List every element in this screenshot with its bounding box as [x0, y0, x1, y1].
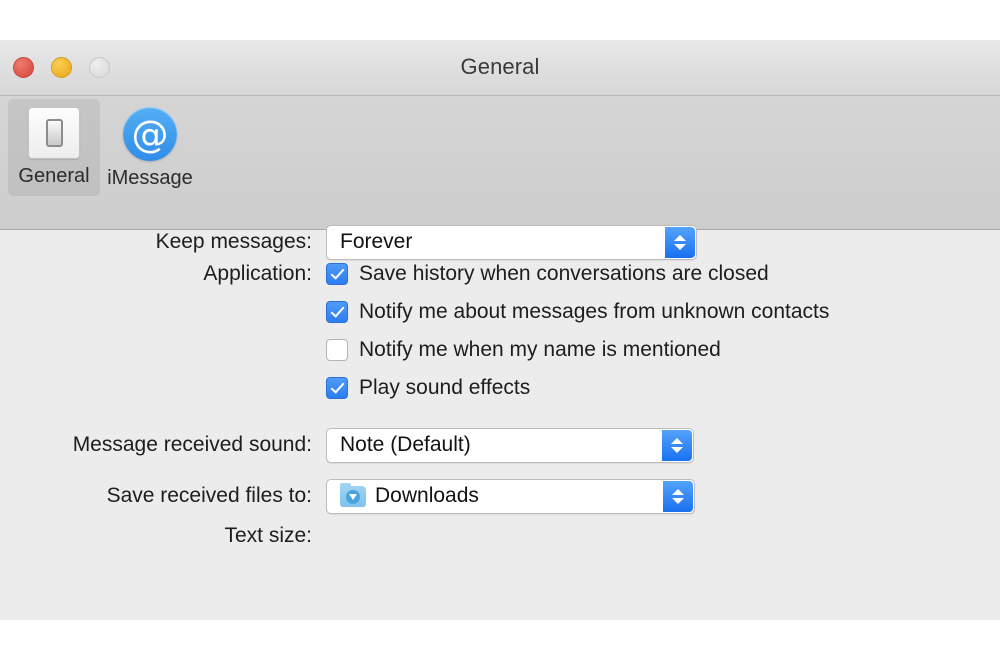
- checkbox-sound-effects-box[interactable]: [326, 377, 348, 399]
- preferences-toolbar: General @ iMessage: [0, 96, 1000, 230]
- at-sign-icon: @: [123, 107, 177, 161]
- save-files-value: Downloads: [375, 484, 479, 507]
- checkbox-name-mentioned[interactable]: Notify me when my name is mentioned: [326, 338, 721, 362]
- keep-messages-value: Forever: [340, 230, 413, 253]
- message-sound-value: Note (Default): [340, 433, 471, 456]
- message-sound-popup[interactable]: Note (Default): [326, 427, 694, 463]
- checkbox-sound-effects-row: Play sound effects: [0, 369, 1000, 407]
- checkbox-sound-effects[interactable]: Play sound effects: [326, 376, 530, 400]
- save-files-stepper-icon[interactable]: [663, 480, 693, 512]
- message-sound-label: Message received sound:: [72, 433, 312, 456]
- preferences-window: General General @ iMessage Keep messages…: [0, 40, 1000, 620]
- checkbox-save-history-label: Save history when conversations are clos…: [359, 262, 769, 285]
- message-sound-stepper-icon[interactable]: [662, 429, 692, 461]
- save-files-popup[interactable]: Downloads: [326, 478, 695, 514]
- checkbox-name-mentioned-label: Notify me when my name is mentioned: [359, 338, 721, 361]
- toolbar-item-imessage[interactable]: @ iMessage: [104, 99, 196, 196]
- titlebar: General: [0, 40, 1000, 96]
- checkbox-save-history[interactable]: Save history when conversations are clos…: [326, 262, 769, 286]
- downloads-folder-icon: [340, 482, 366, 507]
- checkbox-unknown-contacts-box[interactable]: [326, 301, 348, 323]
- text-size-row: Text size:: [0, 516, 1000, 556]
- checkbox-name-mentioned-row: Notify me when my name is mentioned: [0, 331, 1000, 369]
- checkbox-unknown-contacts-row: Notify me about messages from unknown co…: [0, 293, 1000, 331]
- toolbar-item-imessage-label: iMessage: [107, 167, 193, 189]
- application-row: Application: Save history when conversat…: [0, 255, 1000, 293]
- toolbar-item-general[interactable]: General: [8, 99, 100, 196]
- toolbar-item-general-label: General: [18, 165, 90, 187]
- checkbox-save-history-box[interactable]: [326, 263, 348, 285]
- switch-plate-icon: [28, 107, 80, 159]
- checkbox-unknown-contacts-label: Notify me about messages from unknown co…: [359, 300, 830, 323]
- text-size-label: Text size:: [224, 524, 312, 547]
- window-title: General: [460, 54, 540, 79]
- application-label: Application:: [203, 262, 312, 285]
- checkbox-unknown-contacts[interactable]: Notify me about messages from unknown co…: [326, 300, 829, 324]
- keep-messages-stepper-icon[interactable]: [665, 226, 695, 258]
- keep-messages-label: Keep messages:: [155, 230, 312, 253]
- checkbox-name-mentioned-box[interactable]: [326, 339, 348, 361]
- save-files-label: Save received files to:: [106, 484, 312, 507]
- checkbox-sound-effects-label: Play sound effects: [359, 376, 531, 399]
- general-preferences-pane: Keep messages: Forever Application: Save…: [0, 224, 1000, 620]
